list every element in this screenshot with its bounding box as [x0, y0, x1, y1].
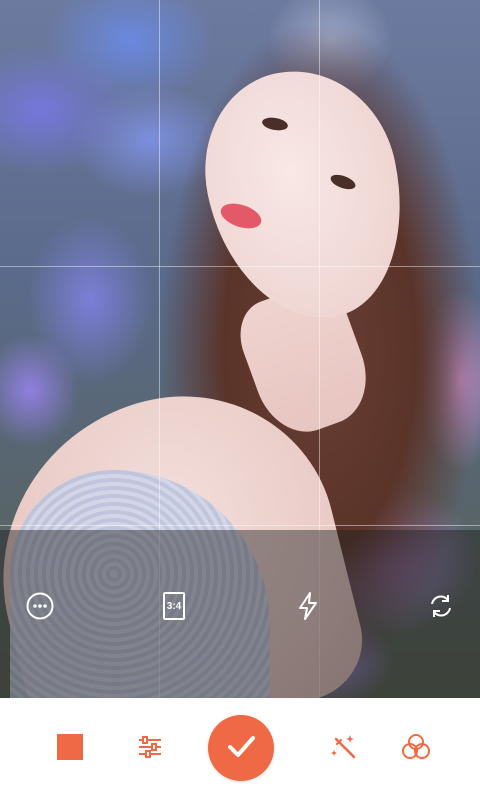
- filters-icon: [401, 733, 431, 766]
- grid-line-horizontal: [0, 525, 480, 526]
- sliders-icon: [136, 733, 164, 766]
- adjust-button[interactable]: [132, 731, 168, 767]
- flash-icon: [295, 591, 321, 621]
- grid-line-horizontal: [0, 266, 480, 267]
- square-mode-icon: [57, 733, 83, 765]
- bottom-toolbar: [0, 698, 480, 800]
- aspect-ratio-label: 3:4: [166, 600, 182, 612]
- camera-screen: 3:4: [0, 0, 480, 800]
- checkmark-icon: [224, 729, 258, 768]
- switch-camera-icon: [426, 591, 456, 621]
- mode-button[interactable]: [52, 731, 88, 767]
- magic-wand-icon: [330, 733, 358, 766]
- capture-button[interactable]: [208, 715, 274, 781]
- camera-preview[interactable]: 3:4: [0, 0, 480, 698]
- switch-camera-button[interactable]: [423, 588, 459, 624]
- more-options-icon: [25, 591, 55, 621]
- magic-button[interactable]: [326, 731, 362, 767]
- flash-button[interactable]: [290, 588, 326, 624]
- more-options-button[interactable]: [22, 588, 58, 624]
- aspect-ratio-button[interactable]: 3:4: [156, 588, 192, 624]
- aspect-ratio-icon: 3:4: [163, 592, 185, 620]
- preview-controls: 3:4: [0, 588, 480, 628]
- filters-button[interactable]: [398, 731, 434, 767]
